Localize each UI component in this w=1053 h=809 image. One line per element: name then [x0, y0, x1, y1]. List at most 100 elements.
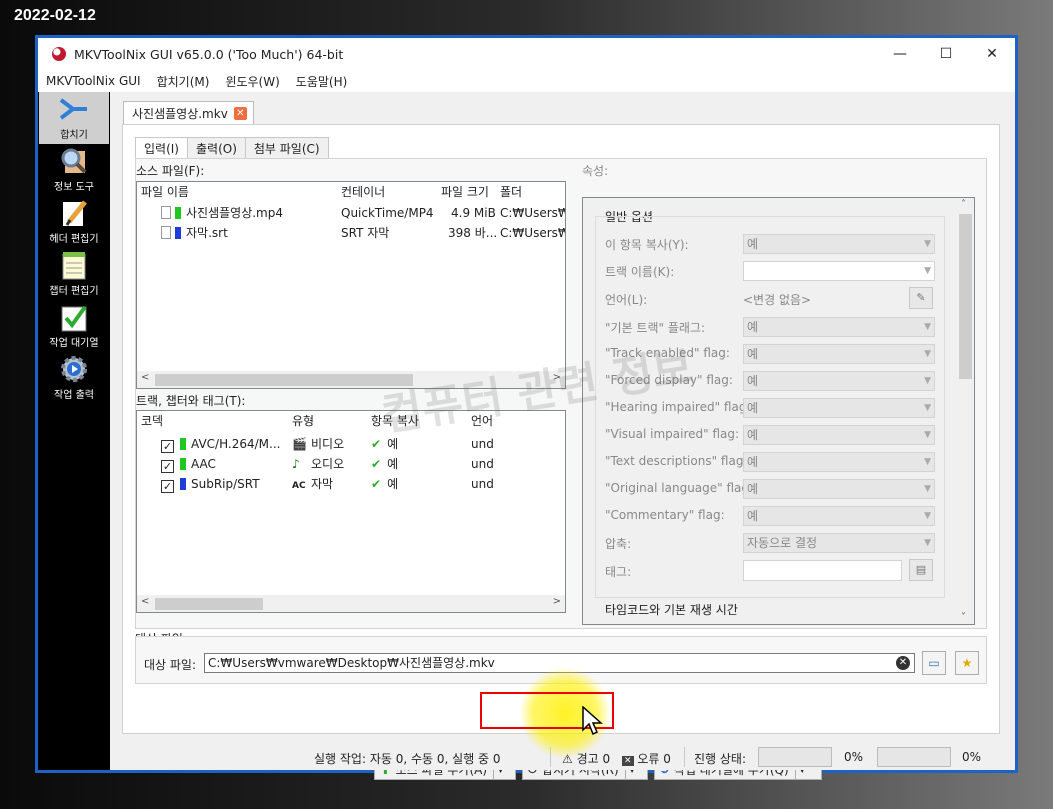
prop-default-track-label: "기본 트랙" 플래그: — [605, 321, 705, 335]
sidebar-item-chapter-editor[interactable]: 챕터 편집기 — [38, 248, 110, 300]
scroll-thumb[interactable] — [155, 374, 413, 386]
sidebar-item-info[interactable]: 정보 도구 — [38, 144, 110, 196]
column-header[interactable]: 컨테이너 — [341, 182, 385, 202]
tags-input[interactable] — [743, 560, 902, 581]
prop-commentary-label: "Commentary" flag: — [605, 508, 725, 522]
codec-cell: ✓ AVC/H.264/M... — [161, 434, 280, 454]
check-icon: ✔ — [371, 477, 382, 491]
horizontal-scrollbar[interactable]: < > — [137, 371, 565, 388]
menu-help[interactable]: 도움말(H) — [288, 73, 356, 90]
scroll-left-icon[interactable]: < — [141, 372, 149, 383]
column-header[interactable]: 언어 — [471, 411, 493, 431]
default-track-select[interactable]: 예 ▼ — [743, 317, 935, 337]
browse-tags-button[interactable]: ▤ — [909, 559, 933, 581]
menu-merge[interactable]: 합치기(M) — [149, 73, 218, 90]
prop-tags-label: 태그: — [605, 565, 632, 579]
target-options-button[interactable]: ★ — [955, 651, 979, 675]
commentary-select[interactable]: 예 ▼ — [743, 506, 935, 526]
track-row[interactable]: ✓ SubRip/SRT AC 자막 ✔ 예 und — [137, 474, 565, 494]
sidebar-item-job-output[interactable]: 작업 출력 — [38, 352, 110, 404]
track-row[interactable]: ✓ AAC ♪ 오디오 ✔ 예 und — [137, 454, 565, 474]
column-header[interactable]: 파일 이름 — [141, 182, 189, 202]
progress-label: 진행 상태: — [694, 752, 747, 766]
target-file-input[interactable]: C:₩Users₩vmware₩Desktop₩사진샘플영상.mkv ✕ — [204, 653, 915, 673]
edit-language-button[interactable]: ✎ — [909, 287, 933, 309]
job-status-text: 실행 작업: 자동 0, 수동 0, 실행 중 0 — [314, 752, 501, 766]
column-header[interactable]: 폴더 — [500, 182, 522, 202]
save-disk-icon: ▭ — [928, 656, 940, 670]
warnings-count[interactable]: ⚠ 경고 0 — [562, 750, 610, 767]
scroll-thumb[interactable] — [155, 598, 263, 610]
original-language-select[interactable]: 예 ▼ — [743, 479, 935, 499]
track-row[interactable]: ✓ AVC/H.264/M... 🎬 비디오 ✔ 예 und — [137, 434, 565, 454]
error-icon: ✕ — [622, 756, 634, 766]
track-checkbox[interactable]: ✓ — [161, 480, 174, 493]
scroll-left-icon[interactable]: < — [141, 596, 149, 607]
chevron-down-icon: ▼ — [924, 457, 931, 467]
tab-attachments[interactable]: 첨부 파일(C) — [245, 137, 329, 159]
pencil-icon — [57, 198, 91, 228]
minimize-button[interactable]: — — [877, 38, 923, 70]
checklist-icon — [57, 302, 91, 332]
scroll-right-icon[interactable]: > — [553, 372, 561, 383]
prop-language-label: 언어(L): — [605, 293, 648, 307]
horizontal-scrollbar[interactable]: < > — [137, 595, 565, 612]
visual-impaired-select[interactable]: 예 ▼ — [743, 425, 935, 445]
prop-track-name-label: 트랙 이름(K): — [605, 265, 675, 279]
sidebar-item-merge[interactable]: 합치기 — [39, 92, 109, 144]
forced-display-select[interactable]: 예 ▼ — [743, 371, 935, 391]
column-header[interactable]: 유형 — [292, 411, 314, 431]
track-checkbox[interactable]: ✓ — [161, 460, 174, 473]
notepad-icon — [57, 250, 91, 280]
magnifier-icon — [57, 146, 91, 176]
column-header[interactable]: 코덱 — [141, 411, 163, 431]
column-header[interactable]: 파일 크기 — [441, 182, 489, 202]
scroll-right-icon[interactable]: > — [553, 596, 561, 607]
merge-icon — [57, 94, 91, 124]
copy: 예 — [387, 477, 399, 491]
menu-mkvtoolnix[interactable]: MKVToolNix GUI — [38, 74, 149, 88]
codec: AVC/H.264/M... — [191, 437, 281, 451]
close-tab-icon[interactable]: ✕ — [233, 106, 247, 120]
target-file-label: 대상 파일: — [144, 658, 197, 672]
pencil-icon: ✎ — [916, 291, 926, 304]
close-button[interactable]: ✕ — [969, 38, 1015, 70]
copy-cell: ✔ 예 — [371, 454, 398, 474]
text-descriptions-select[interactable]: 예 ▼ — [743, 452, 935, 472]
timecode-group-title: 타임코드와 기본 재생 시간 — [605, 603, 738, 617]
chevron-down-icon: ▼ — [924, 322, 931, 332]
vertical-scrollbar[interactable]: ˄ ˅ — [957, 198, 974, 624]
track-enabled-select[interactable]: 예 ▼ — [743, 344, 935, 364]
subtitle-icon: AC — [292, 481, 306, 491]
copy-item-select[interactable]: 예 ▼ — [743, 234, 935, 254]
scroll-down-icon[interactable]: ˅ — [961, 612, 966, 623]
sidebar-item-header-editor[interactable]: 헤더 편집기 — [38, 196, 110, 248]
scroll-thumb[interactable] — [959, 214, 972, 379]
merge-file-tab[interactable]: 사진샘플영상.mkv ✕ — [123, 101, 254, 124]
sidebar-item-job-queue[interactable]: 작업 대기열 — [38, 300, 110, 352]
chevron-down-icon: ▼ — [924, 376, 931, 386]
clear-icon[interactable]: ✕ — [896, 656, 910, 670]
app-window: MKVToolNix GUI v65.0.0 ('Too Much') 64-b… — [35, 35, 1018, 780]
track-checkbox[interactable]: ✓ — [161, 440, 174, 453]
check-icon: ✔ — [371, 437, 382, 451]
tab-output[interactable]: 출력(O) — [187, 137, 246, 159]
source-file-row[interactable]: 자막.srt SRT 자막 398 바... C:₩Users₩v — [137, 223, 565, 243]
track-name-combo[interactable]: ▼ — [743, 261, 935, 281]
source-files-list[interactable]: 파일 이름 컨테이너 파일 크기 폴더 사진샘플영상.mp4 QuickTime… — [136, 181, 566, 389]
compression-select[interactable]: 자동으로 결정 ▼ — [743, 533, 935, 553]
select-value: 예 — [747, 374, 759, 388]
maximize-button[interactable]: ☐ — [923, 38, 969, 70]
tab-input[interactable]: 입력(I) — [135, 137, 188, 159]
errors-text: 오류 0 — [637, 752, 671, 766]
sidebar-label: 합치기 — [60, 130, 88, 141]
hearing-impaired-select[interactable]: 예 ▼ — [743, 398, 935, 418]
scroll-up-icon[interactable]: ˄ — [961, 199, 966, 210]
errors-count[interactable]: ✕ 오류 0 — [622, 750, 671, 767]
browse-target-button[interactable]: ▭ — [922, 651, 946, 675]
column-header[interactable]: 항목 복사 — [371, 411, 419, 431]
file-name-cell: 사진샘플영상.mp4 — [161, 203, 283, 223]
menu-window[interactable]: 윈도우(W) — [217, 73, 287, 90]
source-file-row[interactable]: 사진샘플영상.mp4 QuickTime/MP4 4.9 MiB C:₩User… — [137, 203, 565, 223]
tracks-list[interactable]: 코덱 유형 항목 복사 언어 ✓ AVC/H.264/M... 🎬 비디오 ✔ 예 u… — [136, 410, 566, 613]
